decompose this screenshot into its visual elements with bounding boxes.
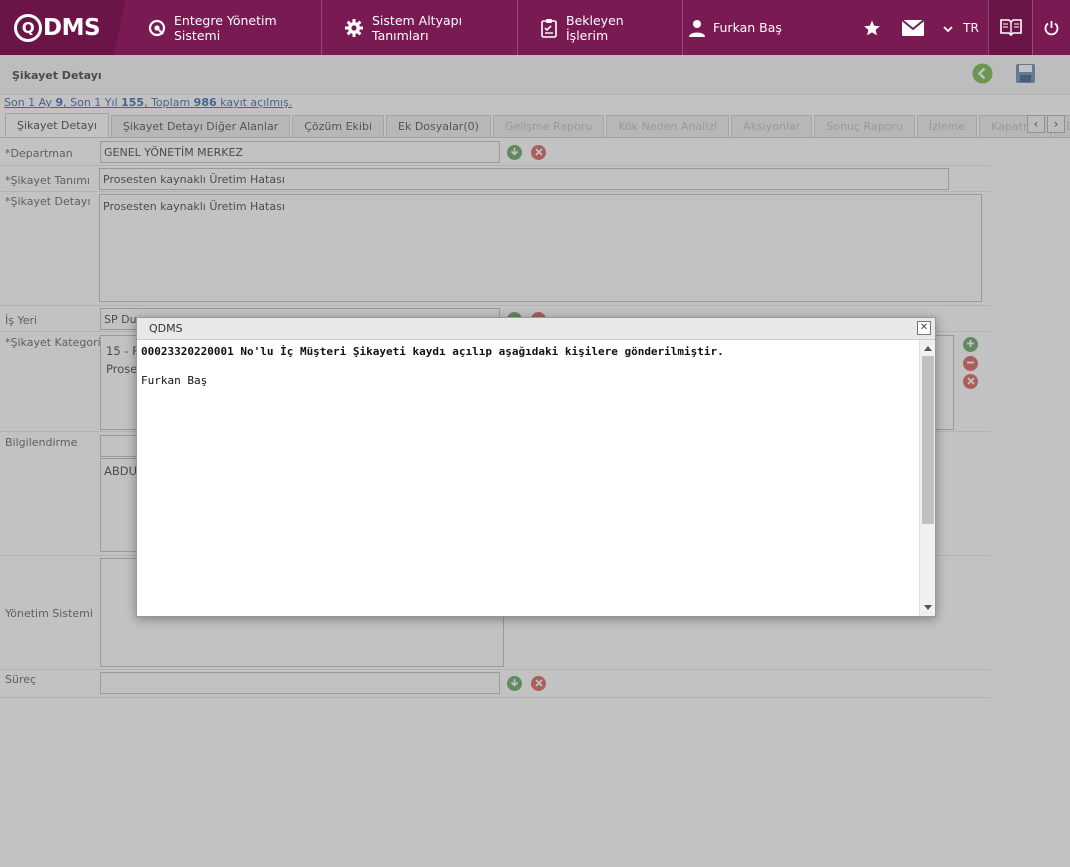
chevron-down-icon: [943, 21, 953, 35]
logo-q-icon: Q: [14, 13, 42, 42]
gear-icon: [344, 18, 364, 38]
dialog-message: 00023320220001 No'lu İç Müşteri Şikayeti…: [141, 345, 724, 358]
nav-label: Sistem Altyapı Tanımları: [372, 12, 463, 43]
dialog-header: QDMS ✕: [137, 318, 935, 340]
qdms-circle-icon: [148, 19, 166, 37]
user-icon: [689, 19, 705, 37]
dialog-recipients: Furkan Baş: [141, 374, 208, 387]
nav-user-profile[interactable]: Furkan Baş: [683, 0, 802, 55]
dialog-close-button[interactable]: ✕: [917, 321, 931, 335]
nav-entegre-yonetim-sistemi[interactable]: Entegre Yönetim Sistemi: [126, 0, 322, 55]
mail-icon[interactable]: [892, 0, 934, 55]
notification-dialog: QDMS ✕ 00023320220001 No'lu İç Müşteri Ş…: [136, 317, 936, 617]
nav-sistem-altyapi-tanimlari[interactable]: Sistem Altyapı Tanımları: [322, 0, 518, 55]
nav-label: Bekleyen İşlerim: [566, 12, 624, 43]
user-name: Furkan Baş: [713, 20, 782, 35]
dialog-scrollbar[interactable]: [919, 340, 935, 616]
nav-bekleyen-islerim[interactable]: Bekleyen İşlerim: [518, 0, 683, 55]
language-selector[interactable]: TR: [934, 21, 988, 35]
scroll-down-arrow-icon[interactable]: [924, 605, 932, 610]
clipboard-icon: [540, 18, 558, 38]
close-icon: ✕: [919, 322, 929, 333]
nav-label: Entegre Yönetim Sistemi: [174, 12, 277, 43]
dialog-body: 00023320220001 No'lu İç Müşteri Şikayeti…: [137, 340, 920, 616]
top-navigation-bar: Q DMS Entegre Yönetim Sistemi Sistem Alty…: [0, 0, 1070, 55]
scrollbar-thumb[interactable]: [922, 356, 934, 524]
top-right-tools: TR: [852, 0, 1070, 55]
dialog-title: QDMS: [149, 322, 183, 335]
power-icon[interactable]: [1032, 0, 1070, 55]
scroll-up-arrow-icon[interactable]: [924, 346, 932, 351]
book-icon[interactable]: [988, 0, 1032, 55]
qdms-logo[interactable]: Q DMS: [0, 0, 126, 55]
star-icon[interactable]: [852, 0, 892, 55]
language-label: TR: [963, 20, 979, 35]
